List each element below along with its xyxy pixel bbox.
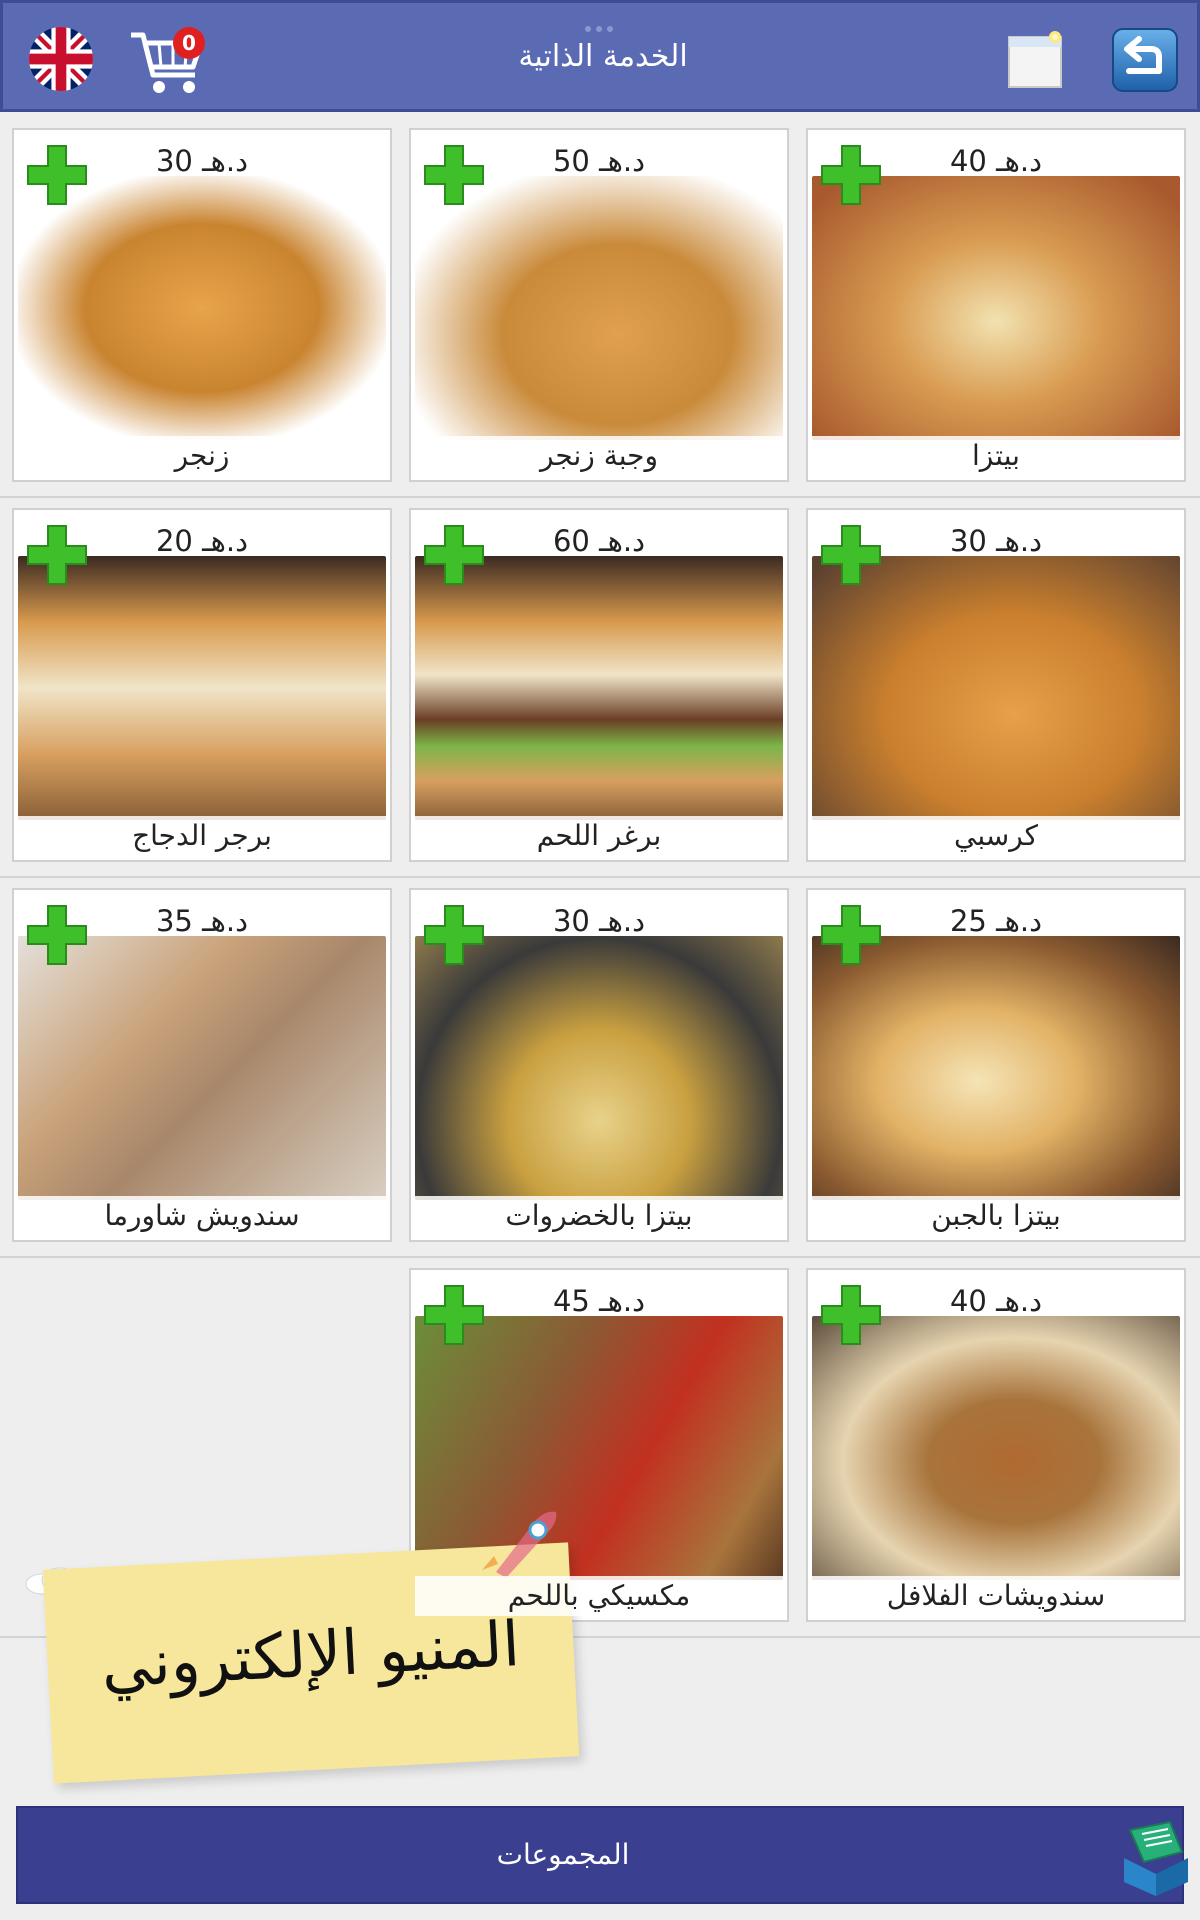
food-image	[18, 556, 386, 820]
menu-item-card[interactable]: 30 د.هـ كرسبي	[806, 508, 1186, 862]
green-plus-icon[interactable]	[24, 902, 90, 968]
green-plus-icon[interactable]	[818, 142, 884, 208]
item-name: بيتزا بالخضروات	[415, 1196, 783, 1236]
green-plus-icon[interactable]	[818, 522, 884, 588]
window-icon[interactable]	[1003, 27, 1069, 93]
menu-item-card[interactable]: 50 د.هـ وجبة زنجر	[409, 128, 789, 482]
item-name: برجر الدجاج	[18, 816, 386, 856]
food-image	[18, 936, 386, 1200]
food-image	[812, 556, 1180, 820]
groups-button[interactable]: المجموعات	[16, 1806, 1188, 1904]
uk-flag-icon[interactable]	[29, 27, 93, 91]
menu-row: 35 د.هـ سندويش شاورما 30 د.هـ بيتزا بالخ…	[0, 878, 1200, 1258]
rocket-icon	[482, 1511, 557, 1578]
item-name: زنجر	[18, 436, 386, 476]
food-image	[415, 176, 783, 440]
app-header: 0 الخدمة الذاتية	[0, 0, 1200, 112]
back-button[interactable]	[1111, 27, 1179, 93]
food-image	[812, 1316, 1180, 1580]
green-plus-icon[interactable]	[818, 902, 884, 968]
green-plus-icon[interactable]	[421, 902, 487, 968]
item-name: سندويش شاورما	[18, 1196, 386, 1236]
food-image	[415, 936, 783, 1200]
menu-item-card[interactable]: 30 د.هـ بيتزا بالخضروات	[409, 888, 789, 1242]
item-name: وجبة زنجر	[415, 436, 783, 476]
item-name: بيتزا	[812, 436, 1180, 476]
food-image	[415, 1316, 783, 1580]
green-plus-icon[interactable]	[818, 1282, 884, 1348]
menu-item-card[interactable]: 35 د.هـ سندويش شاورما	[12, 888, 392, 1242]
green-plus-icon[interactable]	[421, 522, 487, 588]
item-name: بيتزا بالجبن	[812, 1196, 1180, 1236]
menu-item-card[interactable]: 30 د.هـ زنجر	[12, 128, 392, 482]
shopping-cart-icon[interactable]: 0	[129, 23, 209, 99]
menu-item-card[interactable]: 25 د.هـ بيتزا بالجبن	[806, 888, 1186, 1242]
menu-item-card[interactable]: 20 د.هـ برجر الدجاج	[12, 508, 392, 862]
menu-item-card[interactable]: 60 د.هـ برغر اللحم	[409, 508, 789, 862]
green-plus-icon[interactable]	[24, 522, 90, 588]
item-name: سندويشات الفلافل	[812, 1576, 1180, 1616]
groups-label: المجموعات	[496, 1838, 630, 1871]
item-name: برغر اللحم	[415, 816, 783, 856]
note-text: المنيو الإلكتروني	[99, 1607, 522, 1702]
item-name: كرسبي	[812, 816, 1180, 856]
item-name: مكسيكي باللحم	[415, 1576, 783, 1616]
drag-handle[interactable]	[585, 17, 621, 32]
food-image	[812, 936, 1180, 1200]
food-image	[18, 176, 386, 440]
green-plus-icon[interactable]	[421, 1282, 487, 1348]
menu-item-card[interactable]: 40 د.هـ بيتزا	[806, 128, 1186, 482]
green-plus-icon[interactable]	[421, 142, 487, 208]
menu-row: 20 د.هـ برجر الدجاج 60 د.هـ برغر اللحم 3…	[0, 498, 1200, 878]
menu-row: 30 د.هـ زنجر 50 د.هـ وجبة زنجر 40 د.هـ ب…	[0, 118, 1200, 498]
green-plus-icon[interactable]	[24, 142, 90, 208]
food-image	[812, 176, 1180, 440]
menu-item-card[interactable]: 40 د.هـ سندويشات الفلافل	[806, 1268, 1186, 1622]
page-title: الخدمة الذاتية	[518, 39, 688, 74]
cart-count-badge: 0	[173, 27, 205, 59]
food-image	[415, 556, 783, 820]
book-stack-icon	[1124, 1820, 1188, 1896]
